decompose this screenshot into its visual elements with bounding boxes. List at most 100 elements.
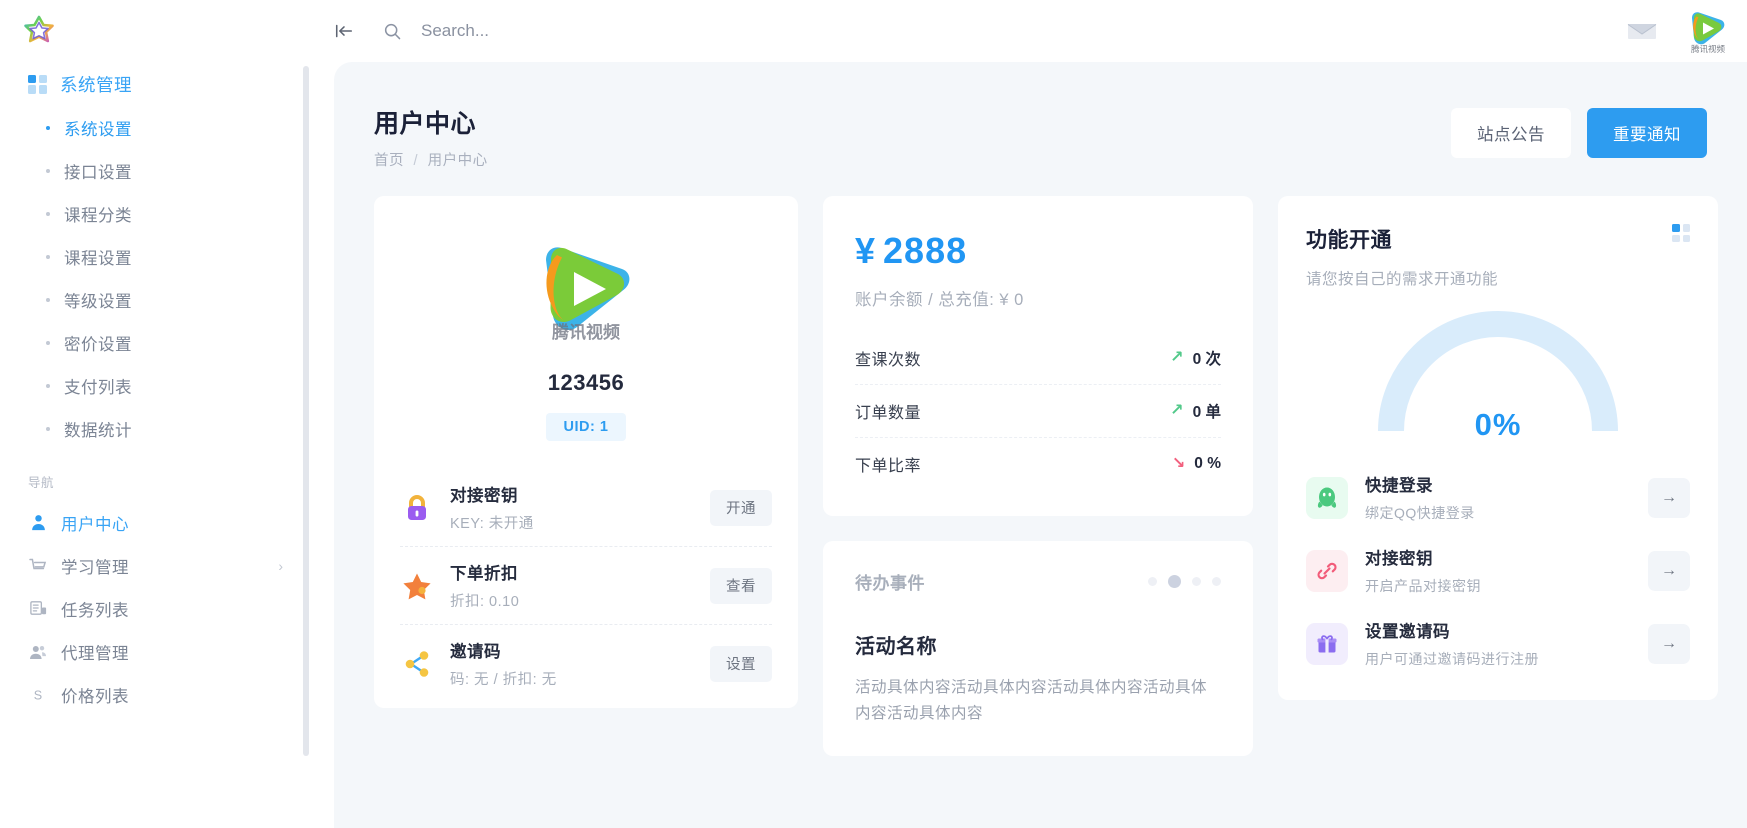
feature-activation-card: 功能开通 请您按自己的需求开通功能 0% [1278, 196, 1718, 700]
feature-row-sub: 绑定QQ快捷登录 [1365, 503, 1631, 523]
sidebar-item-course-settings[interactable]: 课程设置 [0, 235, 309, 278]
bullet-icon [46, 169, 50, 173]
bullet-icon [46, 212, 50, 216]
page-header: 用户中心 首页 / 用户中心 站点公告 重要通知 [334, 62, 1747, 170]
important-notice-button[interactable]: 重要通知 [1587, 108, 1707, 158]
bullet-icon [46, 427, 50, 431]
activate-api-key-button[interactable]: 开通 [710, 490, 772, 526]
bullet-icon [46, 255, 50, 259]
carousel-dot-active[interactable] [1168, 575, 1181, 588]
sidebar-item-label: 任务列表 [61, 597, 129, 621]
main-area: 腾讯视频 用户中心 首页 / 用户中心 站点公告 重要通知 [309, 0, 1747, 828]
stat-row-course-queries: 查课次数 ↗ 0 次 [855, 332, 1221, 384]
breadcrumb: 首页 / 用户中心 [374, 149, 488, 170]
quick-login-arrow-button[interactable]: → [1648, 478, 1690, 518]
user-icon [28, 513, 48, 533]
sidebar-item-study-management[interactable]: 学习管理 › [0, 544, 309, 587]
carousel-dots[interactable] [1148, 575, 1221, 588]
page-header-actions: 站点公告 重要通知 [1451, 104, 1707, 158]
gift-icon [1306, 623, 1348, 665]
trend-up-icon: ↗ [1170, 350, 1183, 366]
content-panel: 用户中心 首页 / 用户中心 站点公告 重要通知 [334, 62, 1747, 828]
tencent-video-logo: 腾讯视频 [530, 232, 642, 344]
sidebar-item-level-settings[interactable]: 等级设置 [0, 278, 309, 321]
breadcrumb-home[interactable]: 首页 [374, 153, 404, 169]
brand-logo[interactable] [0, 0, 309, 62]
stat-value-wrap: ↗ 0 单 [1170, 400, 1221, 422]
stat-value: 0 % [1194, 455, 1221, 473]
bullet-icon [46, 341, 50, 345]
app-root: 系统管理 系统设置 接口设置 课程分类 课程设置 等级设置 [0, 0, 1747, 828]
back-to-start-icon[interactable] [329, 16, 359, 46]
profile-row-invite-code: 邀请码 码: 无 / 折扣: 无 设置 [400, 624, 772, 702]
bullet-icon [46, 384, 50, 388]
feature-header-texts: 功能开通 请您按自己的需求开通功能 [1306, 224, 1498, 289]
sidebar-nav: 系统管理 系统设置 接口设置 课程分类 课程设置 等级设置 [0, 62, 309, 828]
share-icon [400, 647, 434, 681]
page-header-titles: 用户中心 首页 / 用户中心 [374, 104, 488, 170]
todo-title: 待办事件 [855, 569, 925, 594]
profile-row-order-discount: 下单折扣 折扣: 0.10 查看 [400, 546, 772, 624]
sidebar-group-system-management[interactable]: 系统管理 [0, 62, 309, 106]
breadcrumb-separator: / [414, 153, 419, 169]
sidebar-item-user-center[interactable]: 用户中心 [0, 501, 309, 544]
sidebar-item-system-settings[interactable]: 系统设置 [0, 106, 309, 149]
site-announcement-button[interactable]: 站点公告 [1451, 108, 1571, 158]
gauge-percent-label: 0% [1378, 407, 1618, 443]
carousel-dot[interactable] [1192, 577, 1201, 586]
sidebar-item-data-statistics[interactable]: 数据统计 [0, 407, 309, 450]
feature-title: 功能开通 [1306, 224, 1498, 254]
sidebar-item-label: 数据统计 [64, 417, 132, 441]
view-discount-button[interactable]: 查看 [710, 568, 772, 604]
profile-row-title: 邀请码 [450, 638, 694, 662]
profile-card: 腾讯视频 123456 UID: 1 对接密钥 [374, 196, 798, 708]
balance-subtitle: 账户余额 / 总充值: ¥ 0 [855, 286, 1221, 310]
search-input[interactable] [421, 21, 781, 41]
sidebar-group-label: 系统管理 [60, 72, 132, 97]
sidebar-item-price-settings[interactable]: 密价设置 [0, 321, 309, 364]
trend-down-icon: ↘ [1172, 456, 1185, 472]
invite-code-arrow-button[interactable]: → [1648, 624, 1690, 664]
sidebar-item-interface-settings[interactable]: 接口设置 [0, 149, 309, 192]
tencent-video-avatar[interactable]: 腾讯视频 [1687, 8, 1729, 54]
feature-row-title: 对接密钥 [1365, 545, 1631, 569]
todo-card: 待办事件 活动名称 活动具体内容活动具体内容活动具体内容活动具体内容活动具体内容 [823, 541, 1253, 756]
svg-text:S: S [34, 688, 42, 702]
sidebar-item-label: 接口设置 [64, 159, 132, 183]
topbar: 腾讯视频 [309, 0, 1747, 62]
sidebar-item-label: 课程设置 [64, 245, 132, 269]
breadcrumb-current: 用户中心 [428, 153, 488, 169]
balance-amount: ¥2888 [855, 230, 1221, 272]
link-icon [1306, 550, 1348, 592]
sidebar-item-course-category[interactable]: 课程分类 [0, 192, 309, 235]
profile-row-title: 下单折扣 [450, 560, 694, 584]
chevron-right-icon: › [278, 559, 283, 573]
todo-event-description: 活动具体内容活动具体内容活动具体内容活动具体内容活动具体内容 [855, 675, 1221, 726]
sidebar-item-agent-management[interactable]: 代理管理 [0, 630, 309, 673]
api-key-arrow-button[interactable]: → [1648, 551, 1690, 591]
sidebar-item-task-list[interactable]: 任务列表 [0, 587, 309, 630]
set-invite-code-button[interactable]: 设置 [710, 646, 772, 682]
feature-row-texts: 设置邀请码 用户可通过邀请码进行注册 [1365, 618, 1631, 669]
feature-rows: 快捷登录 绑定QQ快捷登录 → 对接密钥 [1306, 461, 1690, 680]
profile-row-texts: 下单折扣 折扣: 0.10 [450, 560, 694, 611]
uid-badge: UID: 1 [546, 413, 626, 441]
sidebar-item-price-list[interactable]: S 价格列表 [0, 673, 309, 716]
search-icon[interactable] [377, 16, 407, 46]
sidebar-item-label: 用户中心 [61, 511, 129, 535]
feature-row-quick-login: 快捷登录 绑定QQ快捷登录 → [1306, 461, 1690, 534]
mail-icon[interactable] [1625, 14, 1659, 48]
column-balance: ¥2888 账户余额 / 总充值: ¥ 0 查课次数 ↗ 0 次 [823, 196, 1253, 756]
feature-row-sub: 用户可通过邀请码进行注册 [1365, 649, 1631, 669]
balance-value: 2888 [883, 230, 967, 271]
stat-value-wrap: ↘ 0 % [1172, 455, 1221, 473]
feature-row-title: 设置邀请码 [1365, 618, 1631, 642]
sidebar-item-label: 等级设置 [64, 288, 132, 312]
sidebar-item-payment-list[interactable]: 支付列表 [0, 364, 309, 407]
lock-icon [400, 491, 434, 525]
feature-row-texts: 对接密钥 开启产品对接密钥 [1365, 545, 1631, 596]
carousel-dot[interactable] [1148, 577, 1157, 586]
carousel-dot[interactable] [1212, 577, 1221, 586]
feature-row-title: 快捷登录 [1365, 472, 1631, 496]
stat-value-wrap: ↗ 0 次 [1170, 347, 1221, 369]
